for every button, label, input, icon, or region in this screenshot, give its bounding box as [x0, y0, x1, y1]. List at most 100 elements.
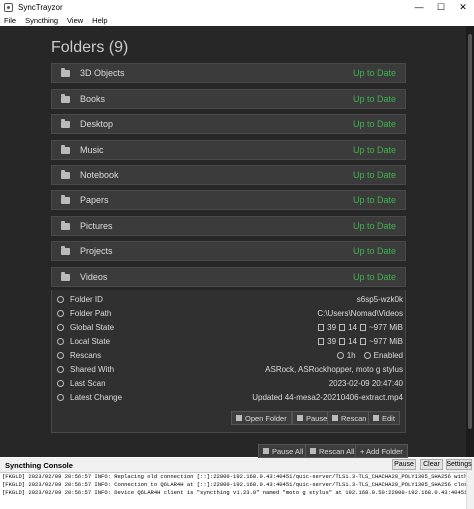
folder-status: Up to Date — [352, 94, 396, 104]
detail-last-scan: Last Scan 2023-02-09 20:47:40 — [52, 376, 407, 390]
folder-icon — [61, 169, 70, 179]
file-icon — [318, 337, 325, 345]
folder-icon — [61, 194, 70, 204]
folder-small-icon — [339, 323, 346, 331]
folder-small-icon — [339, 337, 346, 345]
folder-icon — [61, 245, 70, 255]
maximize-button[interactable]: ☐ — [430, 0, 452, 14]
folder-row-notebook[interactable]: Notebook Up to Date — [51, 165, 406, 185]
folder-status: Up to Date — [352, 272, 396, 282]
detail-folder-id: Folder ID s6sp5-wzk0k — [52, 292, 407, 306]
console-pause-button[interactable]: Pause — [392, 459, 416, 470]
info-icon — [57, 295, 64, 303]
rescan-interval: 1h — [346, 350, 356, 360]
drive-icon — [359, 337, 366, 345]
menu-bar: File Syncthing View Help — [0, 14, 474, 26]
pause-all-button[interactable]: Pause All — [258, 444, 309, 458]
local-size: ~977 MiB — [368, 336, 403, 346]
minimize-button[interactable]: — — [408, 0, 430, 14]
folder-name: Pictures — [80, 221, 113, 231]
folder-open-icon — [236, 415, 242, 421]
folder-icon — [61, 220, 70, 230]
file-icon — [318, 323, 325, 331]
share-icon — [57, 365, 64, 373]
folder-icon — [61, 93, 70, 103]
clock-icon — [57, 379, 64, 387]
open-folder-button[interactable]: Open Folder — [231, 411, 292, 425]
menu-view[interactable]: View — [67, 16, 83, 25]
edit-folder-button[interactable]: Edit — [368, 411, 400, 425]
rescan-folder-button[interactable]: Rescan — [327, 411, 372, 425]
folder-row-projects[interactable]: Projects Up to Date — [51, 241, 406, 261]
detail-latest-change: Latest Change Updated 44-mesa2-20210406-… — [52, 390, 407, 404]
folder-name: Videos — [80, 272, 108, 282]
console-clear-button[interactable]: Clear — [420, 459, 443, 470]
scrollbar-thumb[interactable] — [468, 34, 472, 429]
folder-icon — [61, 67, 70, 77]
folder-name: Desktop — [80, 119, 114, 129]
folder-name: Papers — [80, 195, 109, 205]
detail-shared-with: Shared With ASRock, ASRockhopper, moto g… — [52, 362, 407, 376]
close-button[interactable]: ✕ — [452, 0, 474, 14]
global-size: ~977 MiB — [368, 322, 403, 332]
console-line: [FKGLD] 2023/02/09 20:56:57 INFO: Connec… — [2, 481, 466, 488]
console-log: [FKGLD] 2023/02/09 20:56:57 INFO: Replac… — [0, 472, 466, 509]
menu-help[interactable]: Help — [92, 16, 107, 25]
folder-name: Books — [80, 94, 106, 104]
detail-local-state: Local State 39 14 ~977 MiB — [52, 334, 407, 348]
folders-heading: Folders (9) — [51, 39, 129, 56]
console-scrollbar[interactable] — [466, 472, 474, 509]
exchange-icon — [57, 393, 64, 401]
folder-status: Up to Date — [352, 145, 396, 155]
folder-row-books[interactable]: Books Up to Date — [51, 89, 406, 109]
globe-icon — [57, 323, 64, 331]
console-header: Syncthing Console Pause Clear Settings — [0, 458, 474, 472]
folder-status: Up to Date — [352, 68, 396, 78]
refresh-icon — [332, 415, 338, 421]
rescan-all-button[interactable]: Rescan All — [305, 444, 360, 458]
folder-row-desktop[interactable]: Desktop Up to Date — [51, 114, 406, 134]
folder-name: Music — [80, 145, 104, 155]
folder-status: Up to Date — [352, 221, 396, 231]
folder-name: Notebook — [80, 170, 119, 180]
folder-row-3d-objects[interactable]: 3D Objects Up to Date — [51, 63, 406, 83]
menu-file[interactable]: File — [4, 16, 16, 25]
folder-icon — [61, 144, 70, 154]
refresh-icon — [57, 351, 64, 359]
folder-status: Up to Date — [352, 246, 396, 256]
folder-row-papers[interactable]: Papers Up to Date — [51, 190, 406, 210]
folder-name: Projects — [80, 246, 113, 256]
console-line: [FKGLD] 2023/02/09 20:56:57 INFO: Device… — [2, 489, 466, 496]
pencil-icon — [373, 415, 379, 421]
watch-status: Enabled — [373, 350, 403, 360]
drive-icon — [359, 323, 366, 331]
home-icon — [57, 337, 64, 345]
pause-icon — [263, 448, 269, 454]
menu-syncthing[interactable]: Syncthing — [25, 16, 58, 25]
local-files: 39 — [327, 336, 337, 346]
folder-status: Up to Date — [352, 119, 396, 129]
folder-name: 3D Objects — [80, 68, 125, 78]
folder-row-videos[interactable]: Videos Up to Date — [51, 267, 406, 287]
clock-icon — [336, 351, 344, 359]
console-line: [FKGLD] 2023/02/09 20:56:57 INFO: Replac… — [2, 473, 466, 480]
window-controls: — ☐ ✕ — [408, 0, 474, 14]
folder-icon — [61, 271, 70, 281]
window-title: SyncTrayzor — [18, 2, 63, 12]
folder-icon — [61, 118, 70, 128]
folder-row-pictures[interactable]: Pictures Up to Date — [51, 216, 406, 236]
pause-icon — [297, 415, 303, 421]
detail-global-state: Global State 39 14 ~977 MiB — [52, 320, 407, 334]
local-dirs: 14 — [348, 336, 357, 346]
detail-folder-path: Folder Path C:\Users\Nomad\Videos — [52, 306, 407, 320]
refresh-icon — [310, 448, 316, 454]
main-scrollbar[interactable] — [466, 26, 474, 457]
app-icon — [4, 2, 13, 12]
console-title: Syncthing Console — [5, 460, 73, 470]
eye-icon — [363, 351, 371, 359]
folder-row-music[interactable]: Music Up to Date — [51, 140, 406, 160]
global-dirs: 14 — [348, 322, 357, 332]
folder-status: Up to Date — [352, 170, 396, 180]
add-folder-button[interactable]: + Add Folder — [355, 444, 408, 458]
console-settings-button[interactable]: Settings — [446, 459, 472, 470]
